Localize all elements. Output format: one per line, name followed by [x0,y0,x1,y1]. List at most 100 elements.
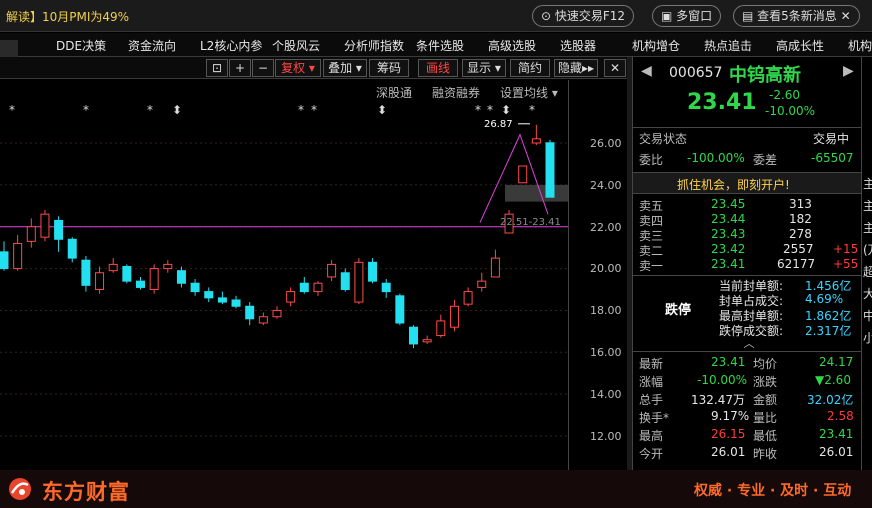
event-marker-icon[interactable]: ⬍ [377,103,387,117]
bottom-banner[interactable]: 东方财富 权威 · 专业 · 及时 · 互动 [0,470,872,508]
ask-volume: 2557 [783,242,814,256]
stat-label: 昨收 [753,447,778,461]
menu-item-institution[interactable]: 机构增仓 [632,37,680,54]
menu-item-l2[interactable]: L2核心内参 [200,37,262,54]
ask-row[interactable]: 卖一 23.41 62177 +55 [639,257,858,274]
adjust-button[interactable]: 复权 ▾ [275,59,321,77]
menu-item-advanced[interactable]: 高级选股 [488,37,536,54]
simplify-button[interactable]: 简约 [510,59,550,77]
zoom-in-icon[interactable]: + [229,59,251,77]
candle-body[interactable] [190,282,200,293]
candle-body[interactable] [463,291,473,305]
next-stock-icon[interactable]: ▶ [843,63,854,79]
candle-body[interactable] [108,263,118,272]
multi-window-button[interactable]: ▣ 多窗口 [652,5,722,27]
candle-body[interactable] [368,261,378,282]
sgt-label[interactable]: 深股通 [376,84,412,101]
event-marker-icon[interactable]: * [529,103,535,117]
high-price-label: 26.87 [484,119,513,130]
candle-body[interactable] [545,142,555,198]
menu-item-screener[interactable]: 选股器 [560,37,596,54]
menu-item-analyst[interactable]: 分析师指数 [344,37,404,54]
news-ticker[interactable]: 解读】10月PMI为49% [6,8,129,25]
promo-banner[interactable]: 抓住机会，即刻开户! [633,172,861,194]
kline-chart[interactable]: * * * ⬍ * * ⬍ * * ⬍ * [0,80,568,470]
chips-button[interactable]: 筹码 [369,59,409,77]
candle-body[interactable] [54,219,64,240]
overlay-label: 叠加 [328,61,353,75]
menu-item-growth[interactable]: 高成长性 [776,37,824,54]
candle-body[interactable] [299,282,309,293]
candle-body[interactable] [136,280,145,288]
candle-body[interactable] [40,213,50,238]
candle-body[interactable] [231,299,241,307]
candle-body[interactable] [449,305,459,328]
close-icon[interactable]: ✕ [841,9,851,23]
event-marker-icon[interactable]: * [9,103,15,117]
trend-annotation-line[interactable] [479,133,549,223]
candle-body[interactable] [67,238,77,259]
right-edge-label: 主 [863,219,872,236]
candle-body[interactable] [245,305,255,320]
hide-button[interactable]: 隐藏▸▸ [554,59,598,77]
candle-body[interactable] [477,280,487,288]
menu-item-condition[interactable]: 条件选股 [416,37,464,54]
event-marker-icon[interactable]: * [475,103,481,117]
candle-body[interactable] [518,165,528,184]
zoom-out-icon[interactable]: − [252,59,274,77]
candle-body[interactable] [176,270,186,284]
candle-body[interactable] [163,263,173,270]
messages-button[interactable]: ▤ 查看5条新消息 ✕ [733,5,860,27]
candle-body[interactable] [354,261,364,303]
set-ma-button[interactable]: 设置均线 ▾ [500,84,558,101]
close-panel-icon[interactable]: ✕ [604,59,626,77]
candle-body[interactable] [149,268,159,291]
candle-body[interactable] [26,226,36,242]
event-marker-icon[interactable]: * [298,103,304,117]
candle-body[interactable] [81,259,91,286]
lock-icon[interactable]: ⊡ [206,59,228,77]
candle-body[interactable] [204,291,214,299]
draw-button[interactable]: 画线 [418,59,458,77]
limit-label: 跌停 [665,303,692,318]
menu-item-stock-news[interactable]: 个股风云 [272,37,320,54]
display-button[interactable]: 显示 ▾ [462,59,506,77]
candle-body[interactable] [0,251,9,270]
collapse-icon[interactable]: ︿ [729,338,769,350]
candle-body[interactable] [286,291,296,303]
candle-body[interactable] [272,309,282,318]
event-marker-icon[interactable]: ⬍ [501,103,511,117]
stat-row: 涨幅 -10.00% 涨跌 ▼2.60 [639,373,855,390]
event-marker-icon[interactable]: ⬍ [172,103,182,117]
candle-body[interactable] [531,138,541,144]
prev-stock-icon[interactable]: ◀ [641,63,652,79]
candle-body[interactable] [395,295,405,324]
candle-body[interactable] [13,242,23,270]
candle-body[interactable] [122,265,132,282]
candle-body[interactable] [95,272,105,291]
candle-body[interactable] [258,316,268,324]
candle-body[interactable] [217,297,227,303]
candle-body[interactable] [409,326,418,345]
menu-item-hotspot[interactable]: 热点追击 [704,37,752,54]
candle-body[interactable] [340,272,350,291]
menu-item-dde[interactable]: DDE决策 [56,37,106,54]
limit-info-value: 2.317亿 [805,324,852,338]
margin-label[interactable]: 融资融券 [432,84,480,101]
candle-body[interactable] [313,282,323,293]
menu-item-fund-flow[interactable]: 资金流向 [128,37,176,54]
candle-body[interactable] [436,320,446,337]
overlay-button[interactable]: 叠加 ▾ [323,59,367,77]
event-marker-icon[interactable]: * [147,103,153,117]
event-marker-icon[interactable]: * [487,103,493,117]
candle-body[interactable] [327,263,337,278]
candle-body[interactable] [490,257,500,278]
fast-trade-button[interactable]: ⊙ 快速交易F12 [532,5,635,27]
candle-body[interactable] [422,339,432,343]
splitter[interactable] [627,57,632,470]
adjust-label: 复权 [281,61,306,75]
menu-item-institution-2[interactable]: 机构 [848,37,872,54]
event-marker-icon[interactable]: * [83,103,89,117]
candle-body[interactable] [381,282,391,293]
event-marker-icon[interactable]: * [311,103,317,117]
